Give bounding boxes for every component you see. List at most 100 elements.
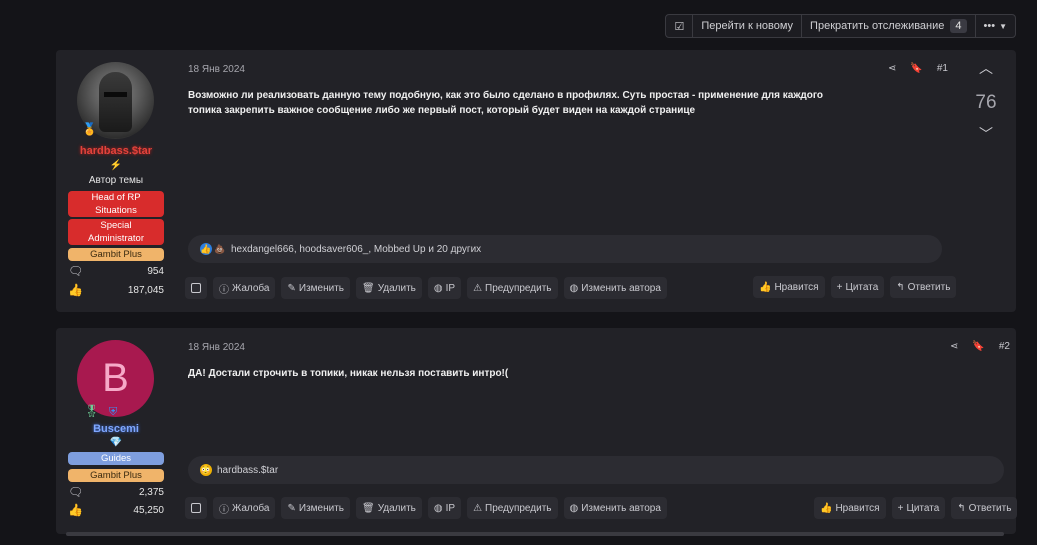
share-icon[interactable]: ⋖ xyxy=(950,341,958,352)
messages-count: 2,375 xyxy=(138,487,164,498)
post-reply-actions: 👍 Нравится + Цитата ↰ Ответить xyxy=(814,497,1018,519)
select-post-checkbox[interactable] xyxy=(185,277,207,299)
messages-icon: 🗨 xyxy=(68,264,84,278)
role-badge-gambit-plus: Gambit Plus xyxy=(68,248,164,261)
helmet-avatar-image xyxy=(99,72,132,132)
quote-label: Цитата xyxy=(845,281,879,293)
author-name[interactable]: hardbass.$tar xyxy=(56,145,176,157)
shocked-face-reaction-icon: 😳 xyxy=(200,464,212,476)
post-top-actions: ⋖ 🔖 #1 xyxy=(888,63,948,74)
thread-toolbar: ☑ Перейти к новому Прекратить отслеживан… xyxy=(665,14,1016,38)
like-button[interactable]: 👍 Нравится xyxy=(753,276,825,298)
edit-button[interactable]: ✎ Изменить xyxy=(281,277,350,299)
more-menu-button[interactable]: ••• ▼ xyxy=(974,15,1015,37)
avatar-letter: B xyxy=(102,356,129,400)
reactions-bar[interactable]: 👍 💩 hexdangel666, hoodsaver606_, Mobbed … xyxy=(188,235,942,263)
ip-label: IP xyxy=(445,502,456,514)
delete-button[interactable]: 🗑 Удалить xyxy=(355,497,422,519)
quote-button[interactable]: + Цитата xyxy=(891,497,946,519)
likes-count: 187,045 xyxy=(127,285,164,296)
lightning-icon: ⚡ xyxy=(109,160,123,171)
report-button[interactable]: ⓘ Жалоба xyxy=(213,277,276,299)
warn-button[interactable]: ⚠ Предупредить xyxy=(467,497,558,519)
topic-author-label: Автор темы xyxy=(88,175,144,186)
delete-button[interactable]: 🗑 Удалить xyxy=(355,277,422,299)
change-author-button[interactable]: ◍ Изменить автора xyxy=(563,497,667,519)
like-button[interactable]: 👍 Нравится xyxy=(814,497,886,519)
vote-panel: ︿ 76 ﹀ xyxy=(966,58,1006,144)
select-post-checkbox[interactable] xyxy=(185,497,207,519)
more-dots-icon: ••• xyxy=(983,20,996,32)
like-reaction-icon: 👍 xyxy=(200,243,212,255)
likes-stat: 👍 187,045 xyxy=(68,283,164,299)
trash-icon: 🗑 xyxy=(361,502,375,514)
unwatch-label: Прекратить отслеживание xyxy=(810,20,945,32)
downvote-chevron-icon[interactable]: ﹀ xyxy=(966,124,1006,144)
messages-stat: 🗨 954 xyxy=(68,264,164,280)
reply-button[interactable]: ↰ Ответить xyxy=(890,276,957,298)
post-top-actions: ⋖ 🔖 #2 xyxy=(950,341,1010,352)
reply-button[interactable]: ↰ Ответить xyxy=(951,497,1018,519)
change-author-button[interactable]: ◍ Изменить автора xyxy=(563,277,667,299)
reactions-users[interactable]: hexdangel666, hoodsaver606_, Mobbed Up и… xyxy=(231,244,481,255)
post-body: ДА! Достали строчить в топики, никак нел… xyxy=(188,368,509,379)
post-action-bar: ⓘ Жалоба ✎ Изменить 🗑 Удалить ◍ IP ⚠ Предупре… xyxy=(185,497,667,519)
post-action-bar: ⓘ Жалоба ✎ Изменить 🗑 Удалить ◍ IP ⚠ Предупре… xyxy=(185,277,667,299)
post-date[interactable]: 18 Янв 2024 xyxy=(188,342,245,353)
post-reply-actions: 👍 Нравится + Цитата ↰ Ответить xyxy=(753,276,957,298)
reactions-users[interactable]: hardbass.$tar xyxy=(217,465,278,476)
watch-count-badge: 4 xyxy=(950,19,967,33)
report-label: Жалоба xyxy=(232,282,270,294)
select-icon-button[interactable]: ☑ xyxy=(666,15,692,37)
shield-icon: ⛨ xyxy=(109,406,118,418)
quote-button[interactable]: + Цитата xyxy=(830,276,885,298)
next-post-edge xyxy=(66,532,1004,536)
like-label: Нравится xyxy=(774,281,819,293)
checkbox-list-icon: ☑ xyxy=(674,20,685,33)
role-badge-gambit-plus: Gambit Plus xyxy=(68,469,164,482)
medal-icon: 🏅 xyxy=(82,122,97,136)
medal-icon: 🎖 xyxy=(84,404,100,418)
warn-button[interactable]: ⚠ Предупредить xyxy=(467,277,558,299)
plus-icon: + xyxy=(897,502,904,514)
edit-button[interactable]: ✎ Изменить xyxy=(281,497,350,519)
edit-label: Изменить xyxy=(298,282,344,294)
go-to-new-button[interactable]: Перейти к новому xyxy=(692,15,801,37)
thumbs-up-icon: 👍 xyxy=(68,503,83,517)
globe-icon: ◍ xyxy=(569,502,579,514)
reply-arrow-icon: ↰ xyxy=(957,502,966,514)
globe-icon: ◍ xyxy=(433,282,443,294)
poop-reaction-icon: 💩 xyxy=(214,244,226,254)
chevron-down-icon: ▼ xyxy=(999,21,1007,31)
messages-icon: 🗨 xyxy=(68,485,84,499)
report-icon: ⓘ xyxy=(219,284,229,296)
warning-icon: ⚠ xyxy=(473,502,483,514)
delete-label: Удалить xyxy=(377,282,416,294)
reply-arrow-icon: ↰ xyxy=(896,281,905,293)
messages-count: 954 xyxy=(147,266,164,277)
bookmark-icon[interactable]: 🔖 xyxy=(910,63,922,74)
vote-count: 76 xyxy=(975,92,997,113)
messages-stat: 🗨 2,375 xyxy=(68,485,164,501)
report-icon: ⓘ xyxy=(219,504,229,516)
reactions-bar[interactable]: 😳 hardbass.$tar xyxy=(188,456,1004,484)
reply-label: Ответить xyxy=(968,502,1012,514)
author-name[interactable]: Buscemi xyxy=(56,423,176,435)
edit-label: Изменить xyxy=(298,502,344,514)
role-badge-head-rp: Head of RP Situations xyxy=(68,191,164,217)
upvote-chevron-icon[interactable]: ︿ xyxy=(966,58,1006,78)
report-button[interactable]: ⓘ Жалоба xyxy=(213,497,276,519)
ip-label: IP xyxy=(445,282,456,294)
post-date[interactable]: 18 Янв 2024 xyxy=(188,64,245,75)
bookmark-icon[interactable]: 🔖 xyxy=(972,341,984,352)
likes-count: 45,250 xyxy=(133,505,164,516)
ip-button[interactable]: ◍ IP xyxy=(427,277,462,299)
post-number[interactable]: #1 xyxy=(937,63,948,74)
share-icon[interactable]: ⋖ xyxy=(888,63,896,74)
post-1: 🏅 hardbass.$tar ⚡ Автор темы Head of RP … xyxy=(56,50,1016,312)
thumbs-up-icon: 👍 xyxy=(68,283,83,297)
unwatch-button[interactable]: Прекратить отслеживание 4 xyxy=(801,15,974,37)
warn-label: Предупредить xyxy=(485,502,552,514)
post-number[interactable]: #2 xyxy=(999,341,1010,352)
ip-button[interactable]: ◍ IP xyxy=(427,497,462,519)
